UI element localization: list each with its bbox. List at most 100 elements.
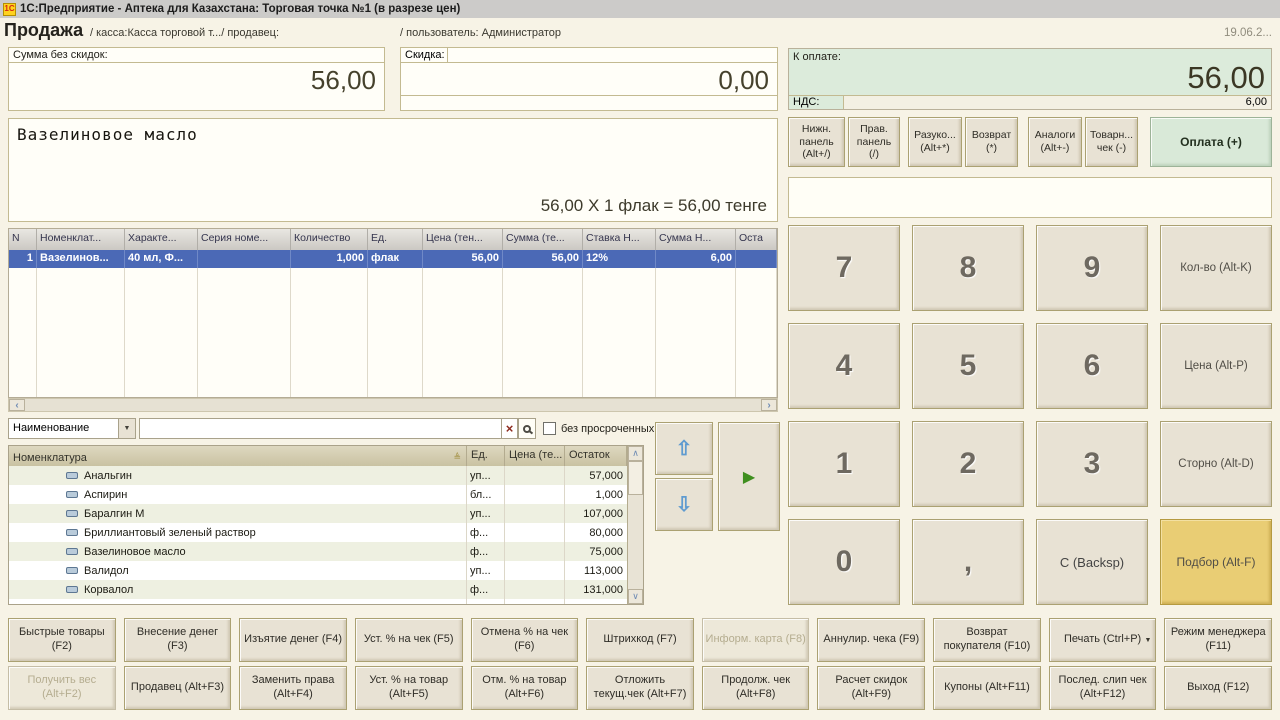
set-check-discount-button[interactable]: Уст. % на чек (F5) xyxy=(355,618,463,662)
col-price[interactable]: Цена (тен... xyxy=(423,229,503,250)
col-n[interactable]: N xyxy=(9,229,37,250)
analogs-button[interactable]: Аналоги (Alt+-) xyxy=(1028,117,1082,167)
cash-in-button[interactable]: Внесение денег (F3) xyxy=(124,618,232,662)
product-vscrollbar[interactable]: ∧ ∨ xyxy=(627,446,643,604)
product-row-partial[interactable] xyxy=(9,599,643,605)
pick-button[interactable]: Подбор (Alt-F) xyxy=(1160,519,1272,605)
scroll-left-icon[interactable]: ‹ xyxy=(9,399,25,411)
chevron-down-icon[interactable]: ▼ xyxy=(1144,637,1151,646)
col-product-name[interactable]: Номенклатура ≜ xyxy=(9,446,467,466)
discount-box: Скидка: 0,00 xyxy=(400,47,778,111)
change-rights-button[interactable]: Заменить права (Alt+F4) xyxy=(239,666,347,710)
scroll-up-icon[interactable]: ∧ xyxy=(628,446,643,461)
cart-hscrollbar[interactable]: ‹ › xyxy=(8,398,778,412)
hold-check-button[interactable]: Отложить текущ.чек (Alt+F7) xyxy=(586,666,694,710)
numpad-3[interactable]: 3 xyxy=(1036,421,1148,507)
set-item-discount-button[interactable]: Уст. % на товар (Alt+F5) xyxy=(355,666,463,710)
seller-button[interactable]: Продавец (Alt+F3) xyxy=(124,666,232,710)
quick-goods-button[interactable]: Быстрые товары (F2) xyxy=(8,618,116,662)
numpad-comma[interactable]: , xyxy=(912,519,1024,605)
pay-value: 56,00 xyxy=(789,63,1271,95)
product-table-header: Номенклатура ≜ Ед. Цена (те... Остаток xyxy=(9,446,643,466)
numpad-1[interactable]: 1 xyxy=(788,421,900,507)
storno-button[interactable]: Сторно (Alt-D) xyxy=(1160,421,1272,507)
cancel-check-discount-button[interactable]: Отмена % на чек (F6) xyxy=(471,618,579,662)
numpad-4[interactable]: 4 xyxy=(788,323,900,409)
quantity-button[interactable]: Кол-во (Alt-K) xyxy=(1160,225,1272,311)
void-check-button[interactable]: Аннулир. чека (F9) xyxy=(817,618,925,662)
last-slip-button[interactable]: Послед. слип чек (Alt+F12) xyxy=(1049,666,1157,710)
col-product-stock[interactable]: Остаток xyxy=(565,446,627,466)
product-row[interactable]: Бриллиантовый зеленый раствор ф... 80,00… xyxy=(9,523,643,542)
function-row-1: Быстрые товары (F2) Внесение денег (F3) … xyxy=(8,618,1272,662)
customer-return-button[interactable]: Возврат покупателя (F10) xyxy=(933,618,1041,662)
col-characteristic[interactable]: Характе... xyxy=(125,229,198,250)
down-arrow-icon: ⇩ xyxy=(676,492,693,517)
col-series[interactable]: Серия номе... xyxy=(198,229,291,250)
numpad-0[interactable]: 0 xyxy=(788,519,900,605)
search-icon xyxy=(523,425,531,433)
numpad-2[interactable]: 2 xyxy=(912,421,1024,507)
numpad-5[interactable]: 5 xyxy=(912,323,1024,409)
cart-row-selected[interactable]: 1 Вазелинов... 40 мл, Ф... 1,000 флак 56… xyxy=(9,250,777,268)
search-filter-select[interactable]: Наименование ▼ xyxy=(8,418,136,439)
scroll-right-icon[interactable]: › xyxy=(761,399,777,411)
exit-button[interactable]: Выход (F12) xyxy=(1164,666,1272,710)
select-product-button[interactable]: ▶ xyxy=(718,422,780,531)
date-label: 19.06.2... xyxy=(1224,27,1272,39)
item-element-icon xyxy=(66,567,78,574)
search-input[interactable] xyxy=(139,418,502,439)
discount-label: Скидка: xyxy=(401,48,447,62)
right-panel-button[interactable]: Прав. панель (/) xyxy=(848,117,900,167)
continue-check-button[interactable]: Продолж. чек (Alt+F8) xyxy=(702,666,810,710)
scrollbar-thumb[interactable] xyxy=(628,461,643,495)
item-element-icon xyxy=(66,510,78,517)
get-weight-button: Получить вес (Alt+F2) xyxy=(8,666,116,710)
col-product-price[interactable]: Цена (те... xyxy=(505,446,565,466)
coupons-button[interactable]: Купоны (Alt+F11) xyxy=(933,666,1041,710)
chevron-down-icon[interactable]: ▼ xyxy=(118,419,135,438)
user-info: / пользователь: Администратор xyxy=(400,27,561,39)
col-sum[interactable]: Сумма (те... xyxy=(503,229,583,250)
play-icon: ▶ xyxy=(743,467,755,487)
numpad-6[interactable]: 6 xyxy=(1036,323,1148,409)
move-up-button[interactable]: ⇧ xyxy=(655,422,713,475)
cancel-item-discount-button[interactable]: Отм. % на товар (Alt+F6) xyxy=(471,666,579,710)
cash-out-button[interactable]: Изъятие денег (F4) xyxy=(239,618,347,662)
calc-discounts-button[interactable]: Расчет скидок (Alt+F9) xyxy=(817,666,925,710)
barcode-button[interactable]: Штрихкод (F7) xyxy=(586,618,694,662)
col-nomenclature[interactable]: Номенклат... xyxy=(37,229,125,250)
col-vat-rate[interactable]: Ставка Н... xyxy=(583,229,656,250)
clear-search-button[interactable]: × xyxy=(502,418,518,439)
expired-filter-checkbox[interactable] xyxy=(543,422,556,435)
col-vat-sum[interactable]: Сумма Н... xyxy=(656,229,736,250)
product-row[interactable]: Баралгин М уп... 107,000 xyxy=(9,504,643,523)
unpack-button[interactable]: Разуко... (Alt+*) xyxy=(908,117,962,167)
price-button[interactable]: Цена (Alt-P) xyxy=(1160,323,1272,409)
col-product-unit[interactable]: Ед. xyxy=(467,446,505,466)
col-unit[interactable]: Ед. xyxy=(368,229,423,250)
col-quantity[interactable]: Количество xyxy=(291,229,368,250)
pay-button[interactable]: Оплата (+) xyxy=(1150,117,1272,167)
numpad-9[interactable]: 9 xyxy=(1036,225,1148,311)
product-row[interactable]: Корвалол ф... 131,000 xyxy=(9,580,643,599)
col-rest[interactable]: Оста xyxy=(736,229,777,250)
refund-button[interactable]: Возврат (*) xyxy=(965,117,1018,167)
sum-value: 56,00 xyxy=(9,63,384,96)
product-row[interactable]: Валидол уп... 113,000 xyxy=(9,561,643,580)
product-row[interactable]: Аспирин бл... 1,000 xyxy=(9,485,643,504)
scroll-down-icon[interactable]: ∨ xyxy=(628,589,643,604)
print-button[interactable]: Печать (Ctrl+P) ▼ xyxy=(1049,618,1157,662)
numpad-8[interactable]: 8 xyxy=(912,225,1024,311)
backspace-button[interactable]: C (Backsp) xyxy=(1036,519,1148,605)
manager-mode-button[interactable]: Режим менеджера (F11) xyxy=(1164,618,1272,662)
vat-label: НДС: xyxy=(789,96,844,109)
item-element-icon xyxy=(66,548,78,555)
product-row[interactable]: Анальгин уп... 57,000 xyxy=(9,466,643,485)
product-row[interactable]: Вазелиновое масло ф... 75,000 xyxy=(9,542,643,561)
goods-receipt-button[interactable]: Товарн... чек (-) xyxy=(1085,117,1138,167)
search-button[interactable] xyxy=(518,418,536,439)
numpad-7[interactable]: 7 xyxy=(788,225,900,311)
bottom-panel-button[interactable]: Нижн. панель (Alt+/) xyxy=(788,117,845,167)
move-down-button[interactable]: ⇩ xyxy=(655,478,713,531)
